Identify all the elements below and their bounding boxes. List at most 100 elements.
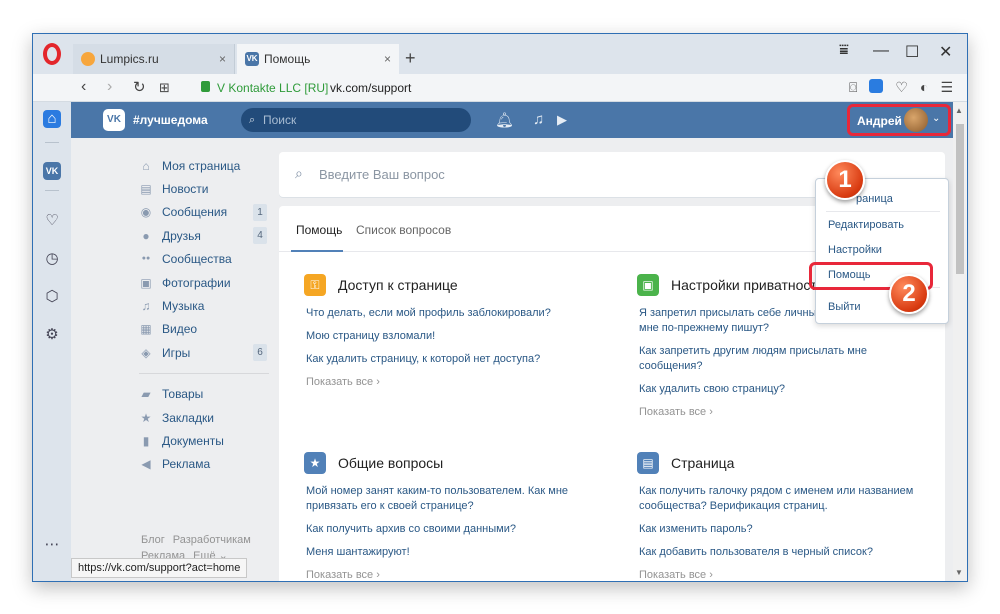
vk-header-title[interactable]: #лучшедома bbox=[133, 113, 208, 127]
user-dropdown-menu: раница Редактировать Настройки Помощь Вы… bbox=[815, 178, 949, 324]
faq-link[interactable]: Меня шантажируют! bbox=[306, 545, 596, 560]
menu-label: Сообщества bbox=[162, 252, 232, 267]
footer-link-blog[interactable]: Блог bbox=[141, 534, 165, 546]
notifications-bell-icon[interactable]: 🔔︎ bbox=[495, 111, 514, 129]
faq-link[interactable]: Как изменить пароль? bbox=[639, 522, 929, 537]
faq-link[interactable]: Как добавить пользователя в черный списо… bbox=[639, 545, 929, 560]
scrollbar-thumb[interactable] bbox=[956, 124, 964, 274]
extensions-icon[interactable]: ◐ bbox=[920, 79, 928, 96]
faq-link[interactable]: Как получить галочку рядом с именем или … bbox=[639, 484, 929, 514]
menu-item-games[interactable]: ◈ Игры 6 bbox=[139, 341, 267, 364]
faq-link[interactable]: Мой номер занят каким-то пользователем. … bbox=[306, 484, 596, 514]
tab-questions-list[interactable]: Список вопросов bbox=[356, 223, 451, 237]
back-icon[interactable]: ‹ bbox=[81, 78, 86, 96]
menu-item-photos[interactable]: ▣ Фотографии bbox=[139, 271, 267, 294]
tab-close-icon[interactable]: × bbox=[384, 52, 391, 66]
opera-logo-icon[interactable] bbox=[43, 43, 61, 65]
faq-link[interactable]: Как удалить страницу, к которой нет дост… bbox=[306, 352, 596, 367]
forward-icon[interactable]: › bbox=[107, 78, 112, 96]
address-bar: ‹ › ↻ ⊞ V Kontakte LLC [RU] vk.com/suppo… bbox=[33, 74, 967, 102]
menu-item-documents[interactable]: ▮ Документы bbox=[139, 429, 267, 452]
menu-label: Видео bbox=[162, 322, 198, 337]
highlight-user-menu bbox=[847, 104, 951, 136]
heart-icon[interactable]: ♡ bbox=[895, 79, 908, 96]
faq-link[interactable]: Что делать, если мой профиль заблокирова… bbox=[306, 306, 596, 321]
section-title[interactable]: Настройки приватност bbox=[671, 277, 817, 293]
menu-label: Друзья bbox=[162, 228, 201, 243]
tab-lumpics[interactable]: Lumpics.ru × bbox=[73, 44, 235, 74]
music-icon[interactable]: ♫ bbox=[533, 111, 544, 128]
menu-item-friends[interactable]: ● Друзья 4 bbox=[139, 224, 267, 247]
vk-messenger-icon[interactable]: VK bbox=[43, 162, 61, 180]
ads-icon: ◀ bbox=[141, 457, 151, 472]
menu-item-messages[interactable]: ◉ Сообщения 1 bbox=[139, 201, 267, 224]
counter-badge: 6 bbox=[253, 344, 267, 362]
lock-icon: ▣ bbox=[637, 274, 659, 296]
dropdown-item-settings[interactable]: Настройки bbox=[828, 244, 882, 256]
dropdown-item-edit[interactable]: Редактировать bbox=[828, 219, 904, 231]
photos-icon: ▣ bbox=[140, 275, 152, 290]
heart-icon[interactable]: ♡ bbox=[43, 212, 61, 230]
cube-icon[interactable]: ⬡ bbox=[43, 288, 61, 306]
menu-item-my-page[interactable]: ⌂ Моя страница bbox=[139, 154, 267, 177]
vk-logo-icon[interactable]: VK bbox=[103, 109, 125, 131]
menu-item-goods[interactable]: ▰ Товары bbox=[139, 383, 267, 406]
speed-dial-icon[interactable]: ⊞ bbox=[159, 80, 170, 96]
faq-link[interactable]: Как удалить свою страницу? bbox=[639, 382, 929, 397]
easy-setup-icon[interactable]: ☰ bbox=[940, 79, 953, 96]
maximize-button[interactable]: ☐ bbox=[905, 42, 919, 62]
play-icon[interactable]: ▶ bbox=[557, 112, 567, 128]
menu-item-bookmarks[interactable]: ★ Закладки bbox=[139, 406, 267, 429]
home-icon[interactable]: ⌂ bbox=[43, 110, 61, 128]
section-title[interactable]: Страница bbox=[671, 455, 734, 471]
adblock-shield-icon[interactable] bbox=[869, 79, 884, 93]
menu-label: Моя страница bbox=[162, 158, 241, 173]
section-title[interactable]: Общие вопросы bbox=[338, 455, 443, 471]
scroll-down-icon[interactable]: ▼ bbox=[955, 568, 963, 577]
tab-help[interactable]: VK Помощь × bbox=[237, 44, 399, 74]
history-clock-icon[interactable]: ◷ bbox=[43, 250, 61, 268]
menu-item-ads[interactable]: ◀ Реклама bbox=[139, 453, 267, 476]
show-all-link[interactable]: Показать все › bbox=[306, 568, 596, 581]
menu-label: Музыка bbox=[162, 299, 205, 314]
reload-icon[interactable]: ↻ bbox=[133, 78, 146, 96]
more-icon[interactable]: ⋯ bbox=[43, 536, 61, 554]
search-icon: ⌕ bbox=[249, 114, 256, 126]
tab-close-icon[interactable]: × bbox=[219, 52, 226, 66]
home-icon: ⌂ bbox=[142, 158, 150, 173]
menu-item-news[interactable]: ▤ Новости bbox=[139, 177, 267, 200]
close-window-button[interactable]: ✕ bbox=[939, 42, 952, 62]
star-icon: ★ bbox=[304, 452, 326, 474]
show-all-link[interactable]: Показать все › bbox=[639, 568, 929, 581]
faq-link[interactable]: Мою страницу взломали! bbox=[306, 329, 596, 344]
site-certificate[interactable]: V Kontakte LLC [RU] bbox=[217, 81, 328, 95]
new-tab-button[interactable]: + bbox=[405, 48, 416, 69]
music-icon: ♫ bbox=[141, 299, 151, 314]
dropdown-item-logout[interactable]: Выйти bbox=[828, 301, 861, 313]
tab-menu-icon[interactable]: ⩸ bbox=[839, 42, 849, 60]
show-all-link[interactable]: Показать все › bbox=[306, 375, 596, 390]
address-icons: ⌼ ♡ ◐ ☰ bbox=[849, 79, 953, 96]
vk-search-input[interactable]: ⌕ Поиск bbox=[241, 108, 471, 132]
url-field[interactable]: vk.com/support bbox=[330, 81, 411, 95]
tab-title: Lumpics.ru bbox=[100, 52, 159, 66]
scroll-up-icon[interactable]: ▲ bbox=[955, 106, 963, 115]
tab-title: Помощь bbox=[264, 52, 311, 66]
camera-icon[interactable]: ⌼ bbox=[849, 79, 857, 96]
faq-link[interactable]: Как получить архив со своими данными? bbox=[306, 522, 596, 537]
page-scrollbar[interactable]: ▲ ▼ bbox=[953, 102, 967, 581]
section-title[interactable]: Доступ к странице bbox=[338, 277, 458, 293]
sidebar-divider bbox=[45, 142, 59, 143]
show-all-link[interactable]: Показать все › bbox=[639, 405, 929, 420]
lock-icon[interactable] bbox=[201, 81, 210, 92]
dropdown-item-my-page[interactable]: раница bbox=[856, 193, 893, 205]
menu-item-groups[interactable]: ●● Сообщества bbox=[139, 248, 267, 271]
faq-link[interactable]: Как запретить другим людям присылать мне… bbox=[639, 344, 929, 374]
minimize-button[interactable]: — bbox=[873, 42, 889, 60]
menu-item-music[interactable]: ♫ Музыка bbox=[139, 294, 267, 317]
footer-link-developers[interactable]: Разработчикам bbox=[173, 534, 251, 546]
tab-help[interactable]: Помощь bbox=[296, 223, 342, 237]
menu-item-video[interactable]: ▦ Видео bbox=[139, 318, 267, 341]
counter-badge: 1 bbox=[253, 203, 267, 221]
settings-gear-icon[interactable]: ⚙ bbox=[43, 326, 61, 344]
